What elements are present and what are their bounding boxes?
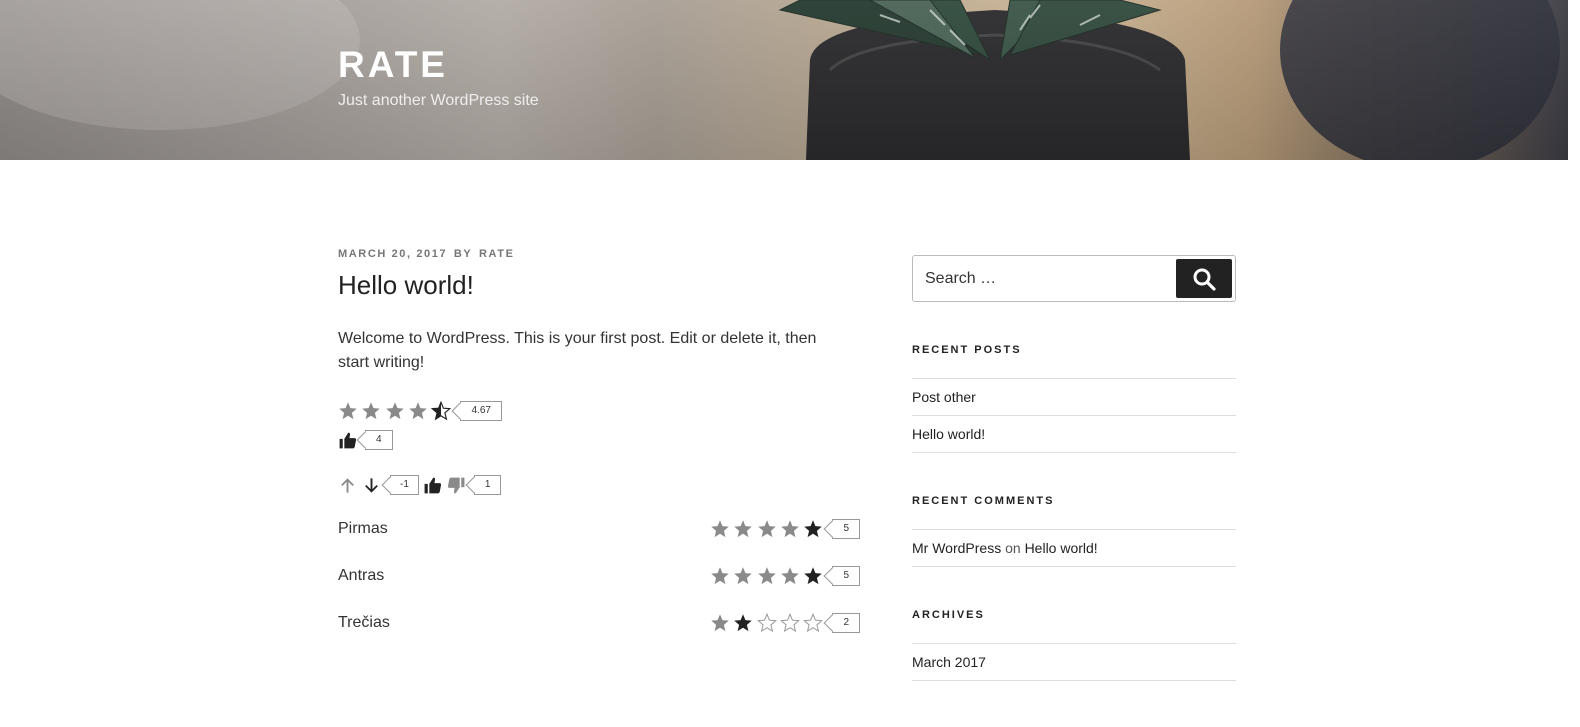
post-author[interactable]: RATE [479, 248, 515, 260]
star-icon[interactable] [385, 401, 405, 421]
star-icon[interactable] [710, 613, 730, 633]
list-item: Post other [912, 379, 1236, 416]
criteria-label: Pirmas [338, 519, 388, 537]
criteria-stars [710, 612, 826, 633]
star-icon[interactable] [408, 401, 428, 421]
recent-comments-list: Mr WordPress on Hello world! [912, 529, 1236, 567]
search-button[interactable] [1176, 259, 1232, 298]
rating-count-badge: 4.67 [460, 401, 502, 421]
criteria-row: Pirmas 5 [338, 505, 860, 552]
recent-posts-widget: RECENT POSTS Post other Hello world! [912, 344, 1236, 453]
criteria-ratings: Pirmas 5 Antras 5 Trečias 2 [338, 505, 860, 646]
post: MARCH 20, 2017 BY RATE Hello world! Welc… [338, 248, 860, 646]
star-icon[interactable] [338, 401, 358, 421]
archives-widget: ARCHIVES March 2017 [912, 609, 1236, 681]
comment-post-link[interactable]: Hello world! [1025, 540, 1098, 556]
arrow-down-icon[interactable] [362, 476, 381, 495]
archives-list: March 2017 [912, 643, 1236, 681]
star-icon[interactable] [757, 566, 777, 586]
widget-title: RECENT COMMENTS [912, 495, 1055, 507]
star-icon[interactable] [733, 613, 753, 633]
thumbs-count-badge: 1 [473, 475, 502, 495]
criteria-stars [710, 566, 826, 586]
star-icon[interactable] [733, 519, 753, 539]
star-icon[interactable] [710, 566, 730, 586]
star-icon[interactable] [803, 519, 823, 539]
search-input[interactable] [913, 256, 1178, 301]
criteria-count-badge: 5 [832, 518, 860, 539]
criteria-stars [710, 519, 826, 539]
overall-star-rating: 4.67 [338, 400, 860, 421]
star-icon[interactable] [430, 400, 452, 421]
recent-comments-widget: RECENT COMMENTS Mr WordPress on Hello wo… [912, 495, 1236, 567]
site-title[interactable]: RATE [338, 44, 448, 86]
site-description: Just another WordPress site [338, 92, 539, 109]
recent-post-link[interactable]: Hello world! [912, 426, 985, 442]
star-icon[interactable] [779, 612, 800, 633]
star-icon[interactable] [733, 566, 753, 586]
post-meta: MARCH 20, 2017 BY RATE [338, 248, 860, 264]
comment-on-text: on [1005, 540, 1021, 556]
criteria-label: Antras [338, 566, 385, 584]
criteria-count-badge: 2 [832, 612, 860, 633]
star-icon[interactable] [803, 612, 824, 633]
star-icon[interactable] [780, 566, 800, 586]
thumbs-down-icon[interactable] [447, 476, 466, 495]
criteria-count-badge: 5 [832, 565, 860, 586]
overall-stars [338, 400, 454, 421]
like-rating: 4 [338, 430, 860, 450]
arrow-up-icon[interactable] [338, 476, 357, 495]
criteria-label: Trečias [338, 613, 390, 631]
star-icon[interactable] [756, 612, 777, 633]
post-by: BY [453, 248, 473, 260]
recent-posts-list: Post other Hello world! [912, 378, 1236, 453]
thumbs-up-icon[interactable] [423, 476, 442, 495]
like-count-badge: 4 [365, 430, 393, 450]
post-title[interactable]: Hello world! [338, 270, 860, 304]
search-form [912, 255, 1236, 302]
sidebar: RECENT POSTS Post other Hello world! REC… [912, 255, 1236, 681]
list-item: Hello world! [912, 416, 1236, 453]
widget-title: RECENT POSTS [912, 344, 1022, 356]
widget-title: ARCHIVES [912, 609, 985, 621]
thumbs-up-icon[interactable] [338, 431, 357, 450]
criteria-rating: 2 [710, 612, 860, 633]
updown-rating: -1 1 [338, 475, 860, 495]
search-icon [1193, 268, 1216, 291]
recent-post-link[interactable]: Post other [912, 389, 976, 405]
star-icon[interactable] [710, 519, 730, 539]
archive-link[interactable]: March 2017 [912, 654, 986, 670]
post-body: Welcome to WordPress. This is your first… [338, 330, 817, 371]
site-header: RATE Just another WordPress site [0, 0, 1568, 160]
criteria-rating: 5 [710, 565, 860, 586]
criteria-row: Trečias 2 [338, 599, 860, 646]
comment-author-link[interactable]: Mr WordPress [912, 540, 1001, 556]
list-item: Mr WordPress on Hello world! [912, 530, 1236, 567]
star-icon[interactable] [361, 401, 381, 421]
updown-score-badge: -1 [390, 475, 419, 495]
criteria-rating: 5 [710, 518, 860, 539]
post-date[interactable]: MARCH 20, 2017 [338, 248, 447, 260]
star-icon[interactable] [780, 519, 800, 539]
star-icon[interactable] [803, 566, 823, 586]
criteria-row: Antras 5 [338, 552, 860, 599]
star-icon[interactable] [757, 519, 777, 539]
list-item: March 2017 [912, 644, 1236, 681]
